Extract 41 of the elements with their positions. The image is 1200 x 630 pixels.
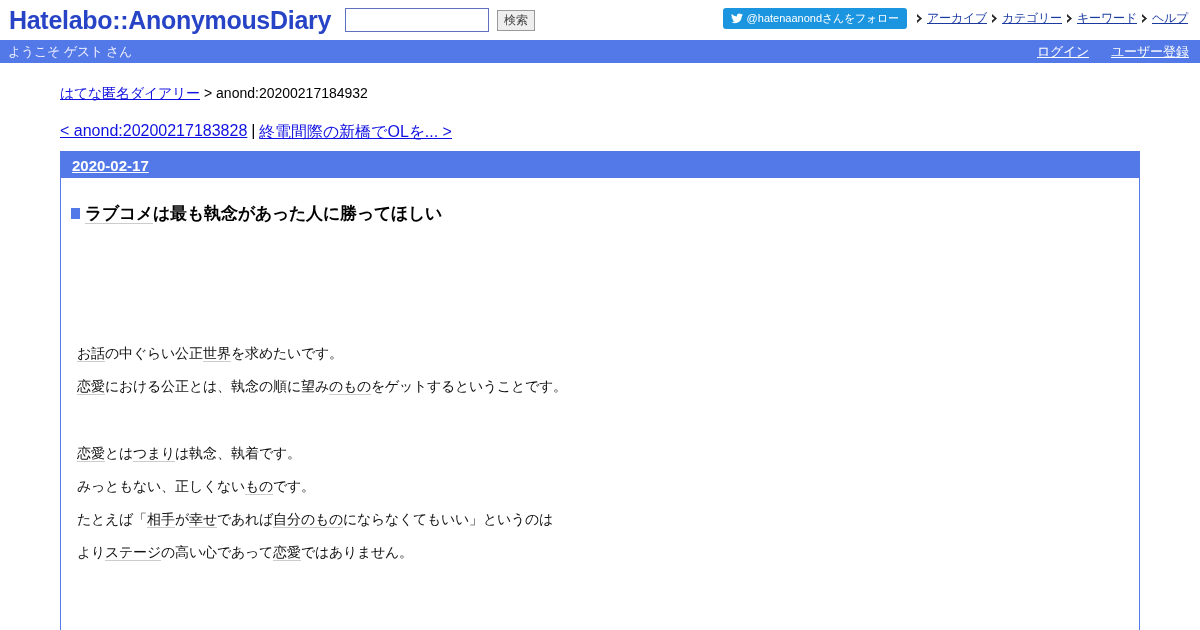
site-logo[interactable]: Hatelabo::AnonymousDiary — [9, 5, 331, 35]
account-link[interactable]: ユーザー登録 — [1111, 42, 1189, 61]
keyword-link[interactable]: 恋愛 — [77, 445, 105, 462]
next-link[interactable]: 終電間際の新橋でOLを... > — [259, 122, 452, 143]
bird-icon — [730, 12, 743, 24]
search-button[interactable]: 検索 — [497, 9, 535, 31]
paragraph: お話の中ぐらい公正世界を求めたいです。 — [77, 344, 344, 364]
paragraph: 恋愛 とはつまり は執念、執着です。 — [77, 444, 302, 464]
date-link[interactable]: 2020-02-17 — [72, 156, 149, 174]
keyword-link[interactable]: 相手 — [147, 511, 175, 528]
keyword-link[interactable]: 幸せ — [189, 511, 217, 528]
keyword-link[interactable]: 世界 — [203, 345, 231, 362]
welcome-text: ようこそ ゲスト さん — [8, 42, 133, 61]
account-link[interactable]: ログイン — [1037, 42, 1089, 61]
chevron-icon — [1142, 13, 1148, 23]
keyword-link[interactable]: 恋愛 — [77, 378, 105, 395]
keyword-link[interactable]: ラブコメ — [85, 204, 153, 224]
nav-link[interactable]: カテゴリー — [1002, 9, 1062, 27]
keyword-link[interactable]: つまり — [133, 445, 175, 462]
keyword-link[interactable]: ステージ — [105, 544, 161, 561]
paragraph: みっともない、正しくない ものです。 — [77, 477, 316, 497]
nav-link[interactable]: ヘルプ — [1152, 9, 1188, 27]
chevron-icon — [1067, 13, 1073, 23]
previous-link[interactable]: < anond:20200217183828 — [60, 122, 248, 143]
entry-title: ラブコメ は最も執念があった人に勝ってほしい — [85, 203, 442, 225]
nav-link[interactable]: アーカイブ — [927, 9, 987, 27]
search-field[interactable] — [345, 8, 489, 32]
keyword-link[interactable]: もの — [245, 478, 273, 495]
chevron-icon — [992, 13, 998, 23]
keyword-link[interactable]: 恋愛 — [273, 544, 301, 561]
nav-link[interactable]: キーワード — [1077, 9, 1137, 27]
keyword-link[interactable]: お話 — [77, 345, 105, 362]
breadcrumb-link[interactable]: はてな匿名ダイアリー — [60, 85, 200, 103]
paragraph: より ステージの高い心であって恋愛ではありません。 — [77, 543, 414, 563]
paragraph: 恋愛における公正とは、執念の順に望みのものをゲットするということです。 — [77, 377, 568, 397]
breadcrumb-current: > anond:20200217184932 — [204, 85, 368, 103]
keyword-link[interactable]: 自分のもの — [273, 511, 343, 528]
paragraph: たとえば「相手が幸せであれば自分のものにならなくてもいい」というのは — [77, 510, 554, 530]
pager-separator: | — [251, 122, 256, 141]
chevron-icon — [917, 13, 923, 23]
keyword-link[interactable]: のもの — [329, 378, 371, 395]
